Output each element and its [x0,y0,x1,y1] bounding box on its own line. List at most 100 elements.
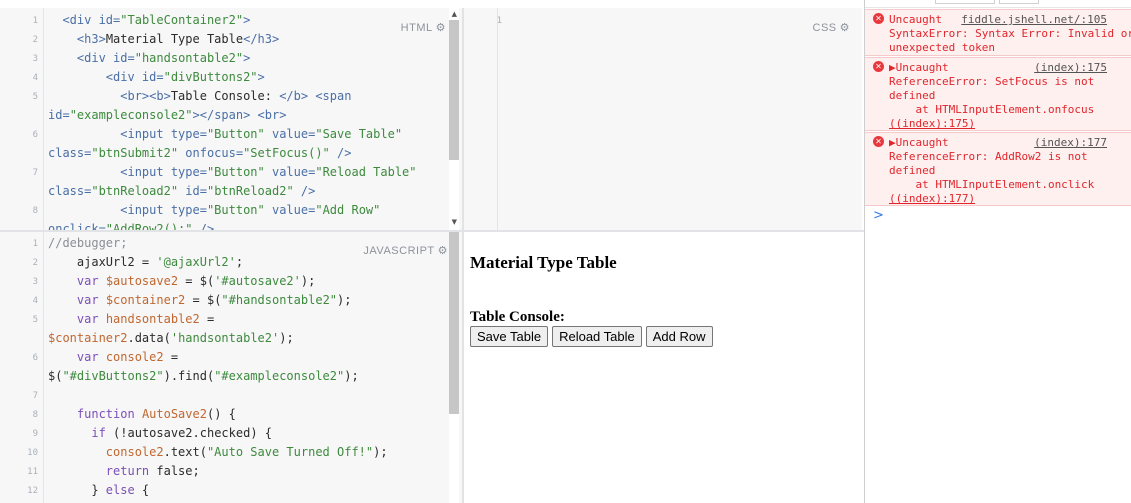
error-text: unexpected token [889,41,995,54]
table-console-label: Table Console: [470,309,565,325]
error-text: Uncaught [889,13,942,26]
console-toolbar [865,0,1131,8]
code-token: AutoSave2 [141,407,207,421]
gear-icon[interactable]: ⚙ [438,244,448,257]
code-token: = $( [185,293,222,307]
scroll-thumb[interactable] [449,20,459,160]
error-source-link[interactable]: fiddle.jshell.net/:105 [961,13,1107,26]
code-line[interactable]: <div id="divButtons2"> [48,68,265,87]
line-number: 2 [32,258,38,268]
code-line[interactable]: ajaxUrl2 = '@ajaxUrl2'; [48,253,243,272]
error-icon: ✕ [873,61,884,72]
code-line[interactable]: id="exampleconsole2"></span> <br> [48,106,286,125]
javascript-scrollbar[interactable] [449,232,459,503]
console-error-2[interactable]: ✕ ▶Uncaught (index):175 ReferenceError: … [865,57,1131,131]
code-token: ></span> <br> [192,108,287,122]
code-token: var [76,293,106,307]
javascript-editor-pane[interactable]: 1 2 3 4 5 6 7 8 9 10 11 12 //debugger; ajaxUrl2 = '… [0,232,462,503]
gear-icon[interactable]: ⚙ [436,21,446,34]
code-line[interactable]: <br><b>Table Console: </b> <span [48,87,351,106]
code-token: /> [199,222,215,230]
error-expand-toggle[interactable]: ▶Uncaught [889,61,949,74]
console-prompt[interactable]: > [873,208,884,223]
line-number: 1 [496,16,502,26]
html-scrollbar[interactable]: ▲ ▼ [449,8,459,230]
vertical-divider[interactable] [462,8,464,503]
code-token: var [76,312,106,326]
code-line[interactable]: if (!autosave2.checked) { [48,424,272,443]
code-token: } [48,483,106,497]
error-location-link[interactable]: ((index):175) [889,117,975,130]
code-token: if [91,426,114,440]
html-editor-pane[interactable]: 12345678 <div id="TableContainer2"> <h3>… [0,8,462,230]
code-token: value= [271,165,316,179]
error-text: SyntaxError: Syntax Error: Invalid or [889,27,1131,40]
code-line[interactable]: onclick="AddRow2();" /> [48,220,214,230]
code-line[interactable]: var handsontable2 = [48,310,214,329]
code-line[interactable]: <h3>Material Type Table</h3> [48,30,279,49]
code-token: value= [271,127,316,141]
code-token: console2 [105,445,164,459]
code-token: <div [105,70,142,84]
code-line[interactable]: <input type="Button" value="Add Row" [48,201,380,220]
code-token: > [243,51,251,65]
code-token: onfocus= [185,146,244,160]
code-token: "SetFocus()" [243,146,337,160]
code-token: class= [48,184,92,198]
code-token: /> [300,184,316,198]
code-token: "btnReload2" [91,184,186,198]
code-line[interactable]: console2.text("Auto Save Turned Off!"); [48,443,388,462]
code-token: ajaxUrl2 = [48,255,157,269]
code-token: return [105,464,157,478]
code-line[interactable]: <input type="Button" value="Save Table" [48,125,402,144]
code-line[interactable]: <div id="handsontable2"> [48,49,250,68]
code-line[interactable]: class="btnSubmit2" onfocus="SetFocus()" … [48,144,351,163]
reload-table-button[interactable]: Reload Table [552,326,642,347]
error-text: ReferenceError: AddRow2 is not [889,150,1088,163]
toolbar-tab[interactable] [935,0,995,4]
code-token: ; [235,255,244,269]
scroll-up-arrow-icon[interactable]: ▲ [452,10,457,18]
code-line[interactable]: function AutoSave2() { [48,405,236,424]
code-token: "btnSubmit2" [91,146,186,160]
code-token: <input [120,127,171,141]
add-row-button[interactable]: Add Row [645,326,713,347]
code-token: '#autosave2' [214,274,301,288]
code-line[interactable]: class="btnReload2" id="btnReload2" /> [48,182,315,201]
gear-icon[interactable]: ⚙ [840,21,850,34]
code-token: type= [170,127,207,141]
code-token: $autosave2 [105,274,179,288]
code-token: console2 [105,350,164,364]
code-line[interactable]: $container2.data('handsontable2'); [48,329,294,348]
code-line[interactable]: var $container2 = $("#handsontable2"); [48,291,352,310]
toolbar-tab[interactable] [999,0,1039,4]
code-line[interactable]: $("#divButtons2").find("#exampleconsole2… [48,367,359,386]
error-source-link[interactable]: (index):177 [1034,136,1107,149]
line-number: 1 [32,239,38,249]
code-token: ); [279,331,294,345]
error-source-link[interactable]: (index):175 [1034,61,1107,74]
code-line[interactable]: <div id="TableContainer2"> [48,11,250,30]
css-line-gutter: 1 [464,8,502,230]
code-line[interactable]: } else { [48,481,149,500]
console-error-3[interactable]: ✕ ▶Uncaught (index):177 ReferenceError: … [865,132,1131,206]
error-expand-toggle[interactable]: ▶Uncaught [889,136,949,149]
code-line[interactable]: var console2 = [48,348,178,367]
code-token: class= [48,146,92,160]
css-editor-pane[interactable]: 1 CSS ⚙ [464,8,862,230]
save-table-button[interactable]: Save Table [470,326,549,347]
code-line[interactable]: var $autosave2 = $('#autosave2'); [48,272,315,291]
code-line[interactable]: <input type="Button" value="Reload Table… [48,163,416,182]
code-line[interactable]: return false; [48,462,200,481]
code-token: <div [62,13,99,27]
scroll-down-arrow-icon[interactable]: ▼ [452,218,457,226]
error-location-link[interactable]: ((index):177) [889,192,975,205]
result-heading: Material Type Table [470,253,617,272]
code-line[interactable]: //debugger; [48,234,127,253]
html-pane-label: HTML ⚙ [400,21,446,34]
scroll-thumb[interactable] [449,232,459,414]
horizontal-divider[interactable] [0,230,864,232]
